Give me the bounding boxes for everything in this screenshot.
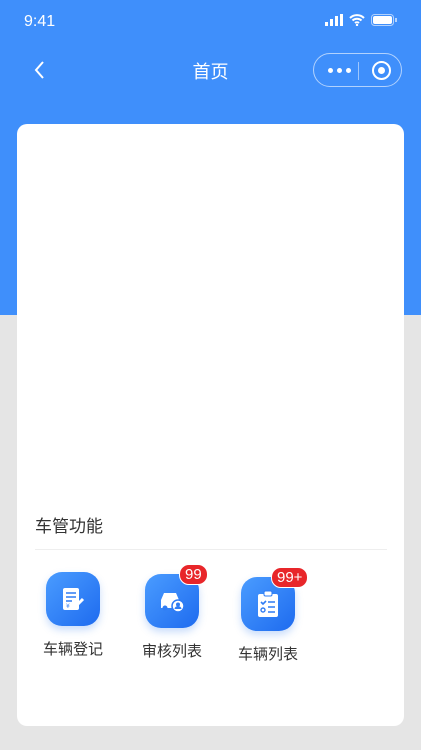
divider [35, 549, 387, 550]
function-vehicle-register[interactable]: ¥ 车辆登记 [28, 572, 118, 659]
function-review-list[interactable]: 99 审核列表 [127, 564, 217, 661]
status-time: 9:41 [24, 13, 56, 30]
function-label: 车辆登记 [42, 640, 103, 658]
function-label: 车辆列表 [237, 645, 298, 663]
wifi-icon [349, 14, 365, 26]
main-card: 车管功能 ¥ 车辆登记 99 审核列表 99+ 车辆列表 [17, 124, 404, 726]
battery-icon [371, 14, 397, 26]
status-icons [325, 14, 397, 26]
signal-icon [325, 14, 343, 26]
review-count-badge: 99 [179, 564, 208, 585]
car-user-icon [161, 593, 185, 613]
svg-text:¥: ¥ [66, 603, 70, 610]
document-pen-icon: ¥ [63, 588, 85, 610]
more-button[interactable] [328, 68, 351, 73]
function-label: 审核列表 [141, 642, 202, 660]
vehicle-count-badge: 99+ [271, 567, 309, 588]
clipboard-list-icon [258, 590, 278, 617]
capsule-menu [313, 53, 402, 87]
close-target-button[interactable] [372, 61, 391, 80]
section-title: 车管功能 [35, 517, 103, 537]
function-vehicle-list[interactable]: 99+ 车辆列表 [223, 567, 313, 664]
